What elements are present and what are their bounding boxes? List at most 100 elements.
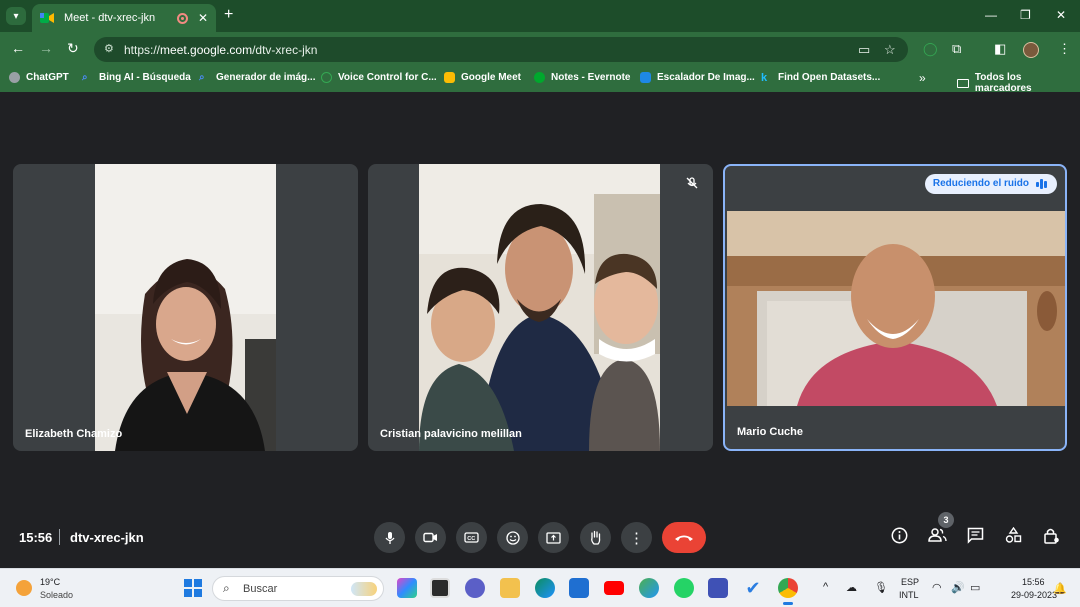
microsoft-store-icon[interactable] bbox=[569, 578, 589, 598]
todo-check-icon[interactable]: ✔ bbox=[743, 578, 763, 598]
camera-button[interactable] bbox=[415, 522, 446, 553]
notification-bell-icon[interactable]: 🔔 bbox=[1053, 582, 1067, 595]
camera-in-use-icon[interactable]: ▭ bbox=[858, 42, 870, 58]
people-button[interactable] bbox=[928, 527, 947, 547]
address-bar[interactable]: ⚙ https://meet.google.com/dtv-xrec-jkn ▭… bbox=[94, 37, 908, 62]
reactions-button[interactable] bbox=[497, 522, 528, 553]
edge-browser-icon[interactable] bbox=[535, 578, 555, 598]
emoji-icon bbox=[505, 530, 520, 545]
close-window-button[interactable]: ✕ bbox=[1056, 8, 1066, 22]
voice-control-icon bbox=[321, 72, 332, 83]
teams-chat-icon[interactable] bbox=[465, 578, 485, 598]
raise-hand-button[interactable] bbox=[580, 522, 611, 553]
app-icon[interactable] bbox=[708, 578, 728, 598]
wifi-icon[interactable]: ◠ bbox=[932, 581, 942, 594]
tab-title: Meet - dtv-xrec-jkn bbox=[64, 12, 156, 24]
maximize-button[interactable]: ❐ bbox=[1020, 8, 1031, 22]
captions-button[interactable]: CC bbox=[456, 522, 487, 553]
reload-button[interactable]: ↻ bbox=[67, 40, 79, 57]
bookmark-item[interactable]: k Find Open Datasets... bbox=[761, 72, 880, 84]
youtube-icon[interactable] bbox=[604, 581, 624, 595]
participant-video bbox=[419, 164, 660, 451]
bookmark-item[interactable]: Voice Control for C... bbox=[321, 72, 437, 83]
url-text[interactable]: https://meet.google.com/dtv-xrec-jkn bbox=[124, 43, 317, 57]
all-bookmarks-folder[interactable]: Todos los marcadores bbox=[957, 72, 1080, 94]
volume-icon[interactable]: 🔊 bbox=[951, 581, 965, 594]
bookmark-item[interactable]: Google Meet bbox=[444, 72, 521, 83]
keyboard-layout[interactable]: INTL bbox=[899, 590, 919, 600]
bookmark-item[interactable]: ChatGPT bbox=[9, 72, 69, 83]
svg-text:CC: CC bbox=[467, 536, 475, 542]
search-icon: ⌕ bbox=[223, 581, 230, 595]
clock-date[interactable]: 29-09-2023 bbox=[1011, 590, 1057, 600]
microphone-tray-icon[interactable]: 🎙 bbox=[874, 581, 888, 594]
google-meet-icon bbox=[444, 72, 455, 83]
meeting-details-button[interactable] bbox=[891, 527, 908, 548]
onedrive-cloud-icon[interactable]: ☁ bbox=[846, 581, 857, 594]
browser-toolbar: ← → ↻ ⚙ https://meet.google.com/dtv-xrec… bbox=[0, 32, 1080, 66]
weather-temperature[interactable]: 19°C bbox=[40, 577, 60, 587]
present-screen-button[interactable] bbox=[538, 522, 569, 553]
meet-favicon-icon bbox=[40, 13, 54, 23]
participant-tile[interactable]: Elizabeth Chamizo bbox=[13, 164, 358, 451]
browser-menu-icon[interactable]: ⋮ bbox=[1058, 41, 1071, 57]
participant-tile[interactable]: Cristian palavicino melillan bbox=[368, 164, 713, 451]
extensions-puzzle-icon[interactable]: ⧉ bbox=[952, 41, 961, 57]
meet-stage: Elizabeth Chamizo Cristian palavicino me… bbox=[0, 92, 1080, 568]
clock-time[interactable]: 15:56 bbox=[1022, 577, 1045, 587]
extension-chat-icon[interactable]: ◯ bbox=[923, 41, 938, 57]
participant-video bbox=[727, 211, 1065, 406]
tab-strip: ▾ Meet - dtv-xrec-jkn ✕ + — ❐ ✕ bbox=[0, 0, 1080, 32]
closed-captions-icon: CC bbox=[464, 532, 479, 543]
minimize-button[interactable]: — bbox=[985, 8, 997, 22]
start-button[interactable] bbox=[184, 579, 202, 597]
leave-call-button[interactable] bbox=[662, 522, 706, 553]
audio-level-icon bbox=[1036, 179, 1048, 189]
profile-avatar[interactable] bbox=[1023, 42, 1039, 58]
activities-button[interactable] bbox=[1005, 526, 1022, 548]
divider bbox=[59, 529, 60, 545]
mic-off-icon bbox=[685, 176, 701, 192]
bookmark-item[interactable]: ⌕ Bing AI - Búsqueda bbox=[82, 72, 191, 83]
close-tab-icon[interactable]: ✕ bbox=[198, 11, 208, 25]
site-info-icon[interactable]: ⚙ bbox=[104, 42, 114, 55]
more-bookmarks-chevron-icon[interactable]: » bbox=[919, 71, 926, 85]
evernote-icon bbox=[534, 72, 545, 83]
input-language[interactable]: ESP bbox=[901, 577, 919, 587]
whatsapp-icon[interactable] bbox=[674, 578, 694, 598]
meeting-code: dtv-xrec-jkn bbox=[70, 530, 144, 545]
new-tab-button[interactable]: + bbox=[224, 6, 233, 24]
battery-icon[interactable]: ▭ bbox=[970, 581, 980, 594]
sun-icon[interactable] bbox=[16, 580, 32, 596]
bookmark-item[interactable]: Notes - Evernote bbox=[534, 72, 630, 83]
back-button[interactable]: ← bbox=[11, 40, 25, 56]
browser-tab-meet[interactable]: Meet - dtv-xrec-jkn ✕ bbox=[32, 4, 216, 32]
maps-app-icon[interactable] bbox=[639, 578, 659, 598]
host-controls-button[interactable] bbox=[1043, 527, 1060, 549]
meeting-time: 15:56 bbox=[19, 530, 53, 545]
microphone-button[interactable] bbox=[374, 522, 405, 553]
taskbar-search-box[interactable]: ⌕ Buscar bbox=[212, 576, 384, 601]
participant-name: Cristian palavicino melillan bbox=[380, 428, 522, 440]
weather-condition[interactable]: Soleado bbox=[40, 590, 73, 600]
participant-tile[interactable]: Reduciendo el ruido Mario Cuche bbox=[723, 164, 1067, 451]
side-panel-icon[interactable]: ◧ bbox=[994, 41, 1006, 57]
forward-button[interactable]: → bbox=[39, 40, 53, 56]
more-options-button[interactable]: ⋮ bbox=[621, 522, 652, 553]
people-count-badge: 3 bbox=[938, 512, 954, 528]
file-explorer-icon[interactable] bbox=[500, 578, 520, 598]
chrome-browser-icon[interactable] bbox=[778, 578, 798, 605]
raise-hand-icon bbox=[591, 530, 601, 545]
task-view-icon[interactable] bbox=[430, 578, 450, 598]
tab-search-button[interactable]: ▾ bbox=[6, 7, 26, 25]
kaggle-icon: k bbox=[761, 72, 768, 84]
bookmark-star-icon[interactable]: ☆ bbox=[884, 42, 896, 58]
chat-button[interactable] bbox=[967, 527, 984, 548]
folder-icon bbox=[957, 78, 969, 88]
hang-up-icon bbox=[675, 535, 693, 541]
bookmark-item[interactable]: ⌕ Generador de imág... bbox=[199, 72, 315, 83]
search-placeholder: Buscar bbox=[243, 583, 278, 595]
copilot-app-icon[interactable] bbox=[397, 578, 417, 598]
show-hidden-icons-chevron-icon[interactable]: ^ bbox=[823, 581, 828, 593]
bookmark-item[interactable]: Escalador De Imag... bbox=[640, 72, 755, 83]
